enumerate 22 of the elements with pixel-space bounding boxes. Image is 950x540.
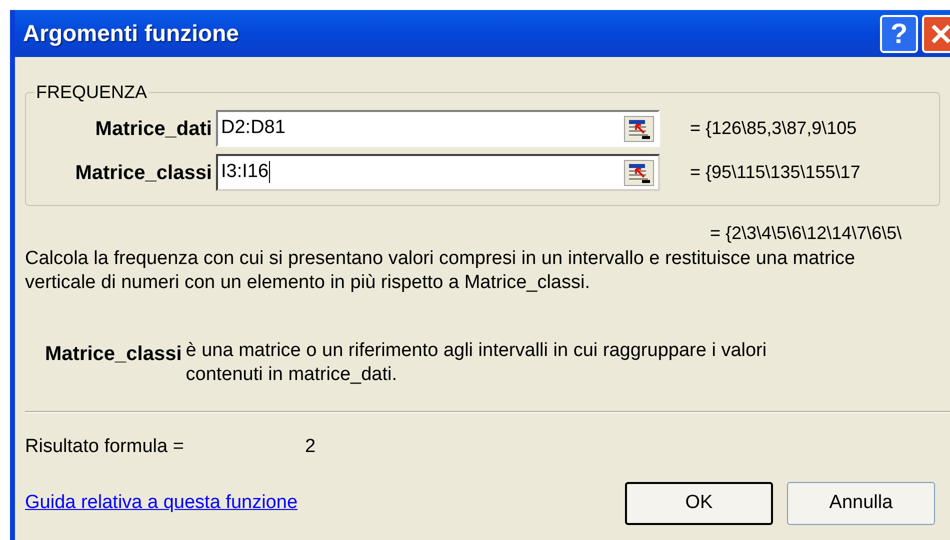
dialog-button[interactable]: Annulla <box>787 482 935 524</box>
result-label: Risultato formula = <box>25 435 185 459</box>
close-icon <box>930 22 950 44</box>
result-value: 2 <box>305 435 316 459</box>
collapse-dialog-icon[interactable] <box>624 116 654 142</box>
argument-label: Matrice_classi <box>74 160 213 186</box>
group-title: FREQUENZA <box>35 81 148 104</box>
result-preview: = {2\3\4\5\6\12\14\7\6\5\ <box>710 222 902 245</box>
function-description: Calcola la frequenza con cui si presentano valori compresi in un intervallo e restituisce una matrice verticale di numeri con un elemento in più rispetto a Matrice_classi. <box>25 247 856 295</box>
argument-value-preview: = {126\85,3\87,9\105 <box>690 117 857 140</box>
argument-label: Matrice_dati <box>94 116 213 142</box>
dialog-button[interactable]: OK <box>625 482 773 524</box>
help-link[interactable]: Guida relativa a questa funzione <box>25 488 625 518</box>
close-button[interactable] <box>922 14 950 52</box>
help-button[interactable]: ? <box>880 14 918 52</box>
argument-value-preview: = {95\115\135\155\17 <box>690 161 860 184</box>
argument-help-text: è una matrice o un riferimento agli intervalli in cui raggruppare i valori contenuti in matrice_dati. <box>186 339 768 387</box>
argument-help-label: Matrice_classi <box>45 342 183 367</box>
argument-field[interactable]: D2:D81 <box>216 110 660 147</box>
collapse-dialog-icon[interactable] <box>624 160 654 186</box>
argument-field[interactable]: I3:I16 <box>216 154 660 191</box>
window-title: Argomenti funzione <box>23 19 239 48</box>
